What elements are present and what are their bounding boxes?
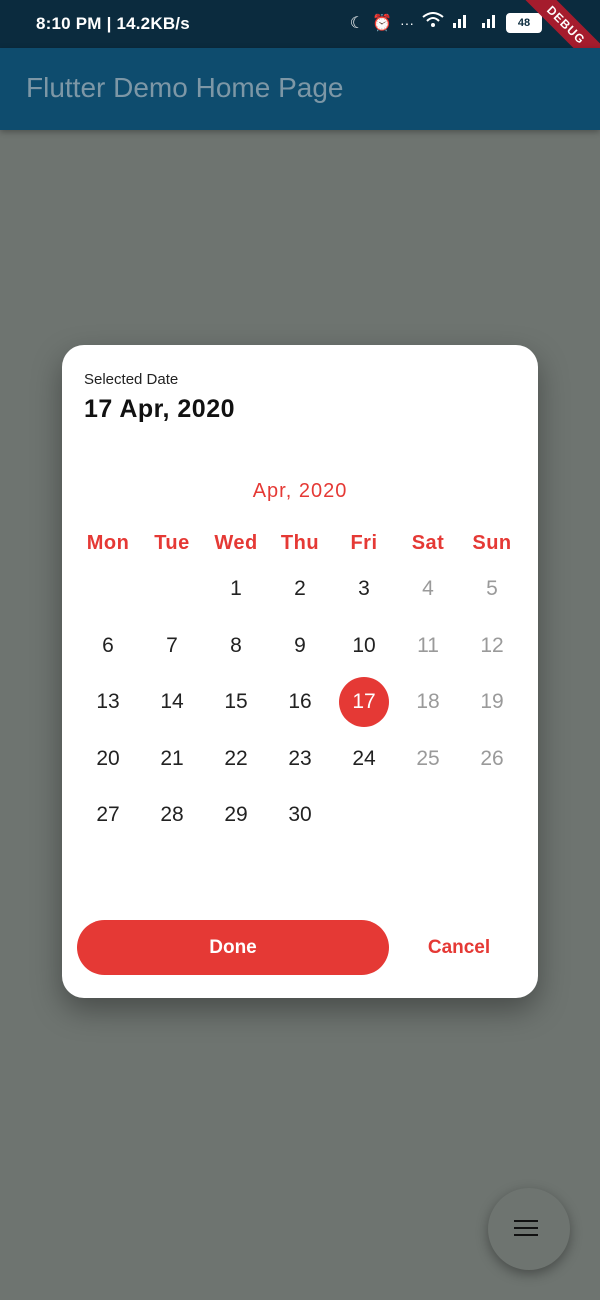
calendar-day[interactable]: 24: [332, 747, 396, 771]
calendar-day[interactable]: 28: [140, 803, 204, 827]
calendar-day-number: 28: [160, 803, 184, 827]
more-dots-icon: ···: [400, 14, 414, 31]
calendar-weeks: 1 2 3 4 5 6 7 8 9 10 11 12 13 14 15 16 17 18 19 20 21 22 23 24 2…: [76, 561, 524, 844]
calendar-day-number: 12: [480, 633, 504, 657]
calendar-day[interactable]: 22: [204, 747, 268, 771]
calendar-day[interactable]: 14: [140, 690, 204, 714]
status-bar: 8:10 PM | 14.2KB/s ☾ ⏰ ··· 48 DEBUG: [0, 0, 600, 83]
calendar-day-number: 6: [102, 633, 114, 657]
calendar-day-number: 8: [230, 633, 242, 657]
calendar-day-number: 19: [480, 690, 504, 714]
calendar-day[interactable]: 4: [396, 577, 460, 601]
calendar-day[interactable]: 12: [460, 634, 524, 658]
date-picker-dialog: Selected Date 17 Apr, 2020 Apr, 2020 Mon…: [62, 345, 538, 998]
calendar-day-number: 10: [352, 633, 376, 657]
calendar-day-number: 17: [339, 677, 389, 728]
month-title: Apr, 2020: [252, 480, 348, 502]
calendar-day-number: 9: [294, 633, 306, 657]
calendar-day[interactable]: 20: [76, 747, 140, 771]
cancel-button[interactable]: Cancel: [414, 920, 504, 975]
calendar-day[interactable]: 26: [460, 747, 524, 771]
calendar-day-number: 21: [160, 746, 184, 770]
calendar-day[interactable]: 23: [268, 747, 332, 771]
signal-icon: [452, 12, 470, 33]
calendar-day-number: 5: [486, 577, 498, 601]
wifi-icon: [422, 12, 444, 33]
calendar-day[interactable]: 8: [204, 634, 268, 658]
calendar-day[interactable]: 15: [204, 690, 268, 714]
calendar-day[interactable]: 17: [332, 677, 396, 728]
signal-4g-icon: [478, 12, 498, 33]
calendar-day-number: 3: [358, 577, 370, 601]
calendar-day-number: 4: [422, 577, 434, 601]
app-title: Flutter Demo Home Page: [26, 72, 344, 103]
calendar-day[interactable]: 27: [76, 803, 140, 827]
status-text: 8:10 PM | 14.2KB/s: [36, 14, 190, 33]
calendar-day-number: 26: [480, 746, 504, 770]
calendar-week-row: 27 28 29 30: [76, 787, 524, 844]
calendar-day[interactable]: 16: [268, 690, 332, 714]
calendar-day-number: 11: [417, 633, 439, 657]
weekday-label: Sun: [472, 531, 512, 554]
calendar-day[interactable]: 2: [268, 577, 332, 601]
calendar-day[interactable]: 25: [396, 747, 460, 771]
calendar-day-number: 2: [294, 577, 306, 601]
weekday-label: Mon: [86, 531, 130, 554]
weekday-label: Tue: [154, 531, 190, 554]
weekday-header-row: Mon Tue Wed Thu Fri Sat Sun: [76, 525, 524, 561]
selected-date-label: Selected Date: [84, 371, 179, 388]
calendar-day[interactable]: 6: [76, 634, 140, 658]
calendar-day[interactable]: 13: [76, 690, 140, 714]
menu-icon: [514, 1220, 538, 1236]
calendar-day[interactable]: 18: [396, 690, 460, 714]
calendar-day[interactable]: 9: [268, 634, 332, 658]
calendar-day-number: 25: [416, 746, 440, 770]
calendar-day-number: 1: [230, 577, 242, 601]
weekday-label: Thu: [280, 531, 320, 554]
calendar-week-row: 20 21 22 23 24 25 26: [76, 731, 524, 788]
calendar-day[interactable]: 5: [460, 577, 524, 601]
calendar-day[interactable]: 21: [140, 747, 204, 771]
calendar-day-number: 30: [288, 803, 312, 827]
alarm-icon: ⏰: [372, 14, 392, 32]
calendar-day-number: 18: [416, 690, 440, 714]
calendar-day-number: 23: [288, 746, 312, 770]
calendar-week-row: 13 14 15 16 17 18 19: [76, 674, 524, 731]
calendar-day-number: 20: [96, 746, 120, 770]
calendar-day-number: 24: [352, 746, 376, 770]
battery-icon: 48: [506, 12, 542, 33]
calendar-grid: Mon Tue Wed Thu Fri Sat Sun 1 2 3 4 5 6 7 8 9 10 1…: [76, 525, 524, 844]
weekday-label: Wed: [214, 531, 258, 554]
calendar-day[interactable]: 3: [332, 577, 396, 601]
calendar-day-number: 15: [224, 690, 248, 714]
calendar-day[interactable]: 29: [204, 803, 268, 827]
calendar-day-number: 22: [224, 746, 248, 770]
calendar-day[interactable]: 11: [396, 634, 460, 658]
calendar-day-number: 27: [96, 803, 120, 827]
calendar-day[interactable]: 19: [460, 690, 524, 714]
weekday-label: Sat: [411, 531, 445, 554]
status-icons: ☾ ⏰ ··· 48: [350, 12, 542, 33]
calendar-day-number: 16: [288, 690, 312, 714]
calendar-day-number: 14: [160, 690, 184, 714]
calendar-week-row: 1 2 3 4 5: [76, 561, 524, 618]
calendar-day[interactable]: 7: [140, 634, 204, 658]
calendar-day-number: 13: [96, 690, 120, 714]
floating-action-button[interactable]: [488, 1188, 570, 1270]
app-bar: Flutter Demo Home Page: [0, 48, 600, 130]
calendar-day-number: 7: [166, 633, 178, 657]
moon-icon: ☾: [349, 14, 365, 32]
weekday-label: Fri: [350, 531, 378, 554]
done-button[interactable]: Done: [77, 920, 389, 975]
selected-date-value: 17 Apr, 2020: [84, 395, 236, 423]
calendar-day[interactable]: 10: [332, 634, 396, 658]
calendar-day[interactable]: 30: [268, 803, 332, 827]
calendar-week-row: 6 7 8 9 10 11 12: [76, 618, 524, 675]
calendar-day-number: 29: [224, 803, 248, 827]
calendar-day[interactable]: 1: [204, 577, 268, 601]
